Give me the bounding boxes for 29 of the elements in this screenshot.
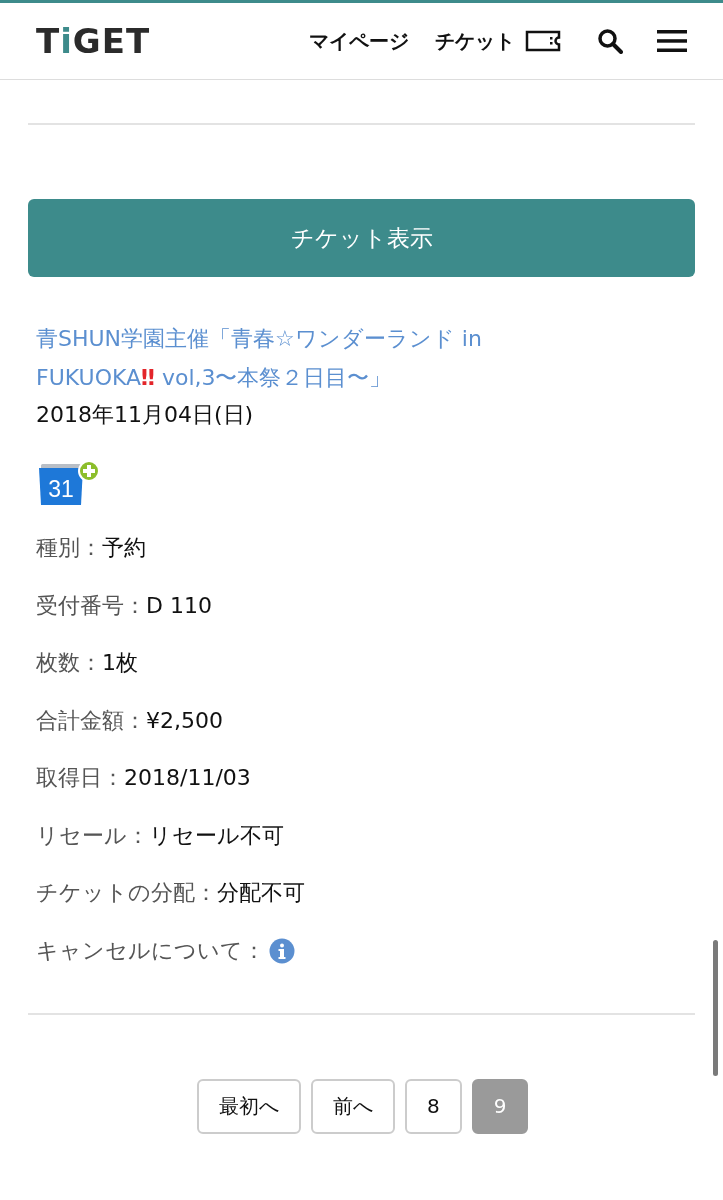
field-value: 2018/11/03 [124, 764, 251, 792]
field-value: 予約 [102, 534, 146, 562]
show-ticket-button[interactable]: チケット表示 [28, 199, 695, 277]
field-value: 1枚 [102, 649, 138, 677]
field-label: チケットの分配： [36, 879, 217, 907]
field-label: 受付番号： [36, 591, 146, 620]
field-value: リセール不可 [149, 821, 284, 850]
field-label: 種別： [36, 534, 102, 562]
nav-link[interactable]: マイページ [309, 27, 409, 55]
page-button[interactable]: 8 [405, 1078, 462, 1134]
search-icon[interactable] [597, 28, 623, 54]
field-label: 合計金額： [36, 706, 146, 735]
field-label: 取得日： [36, 764, 124, 792]
event-date: 2018年11月04日(日) [36, 401, 255, 429]
tiget-logo[interactable]: TiGET [36, 21, 151, 61]
scrollbar[interactable] [713, 940, 718, 1076]
field-label: 枚数： [36, 649, 102, 677]
field-label: リセール： [36, 821, 149, 850]
field-label: キャンセルについて： [36, 936, 265, 965]
field-value: 分配不可 [217, 879, 305, 907]
field-value: D 110 [146, 591, 212, 620]
info-icon[interactable] [269, 937, 295, 964]
nav-link[interactable]: チケット [435, 27, 515, 55]
menu-icon[interactable] [657, 29, 687, 53]
field-value: ¥2,500 [146, 706, 223, 735]
event-title-link[interactable]: 青SHUN学園主催「青春☆ワンダーランド in FUKUOKA‼ vol,3〜本祭２日目〜」 [36, 319, 695, 397]
page-button[interactable]: 最初へ [197, 1078, 301, 1134]
ticket-icon[interactable] [525, 30, 561, 52]
page-button[interactable]: 前へ [311, 1078, 395, 1134]
